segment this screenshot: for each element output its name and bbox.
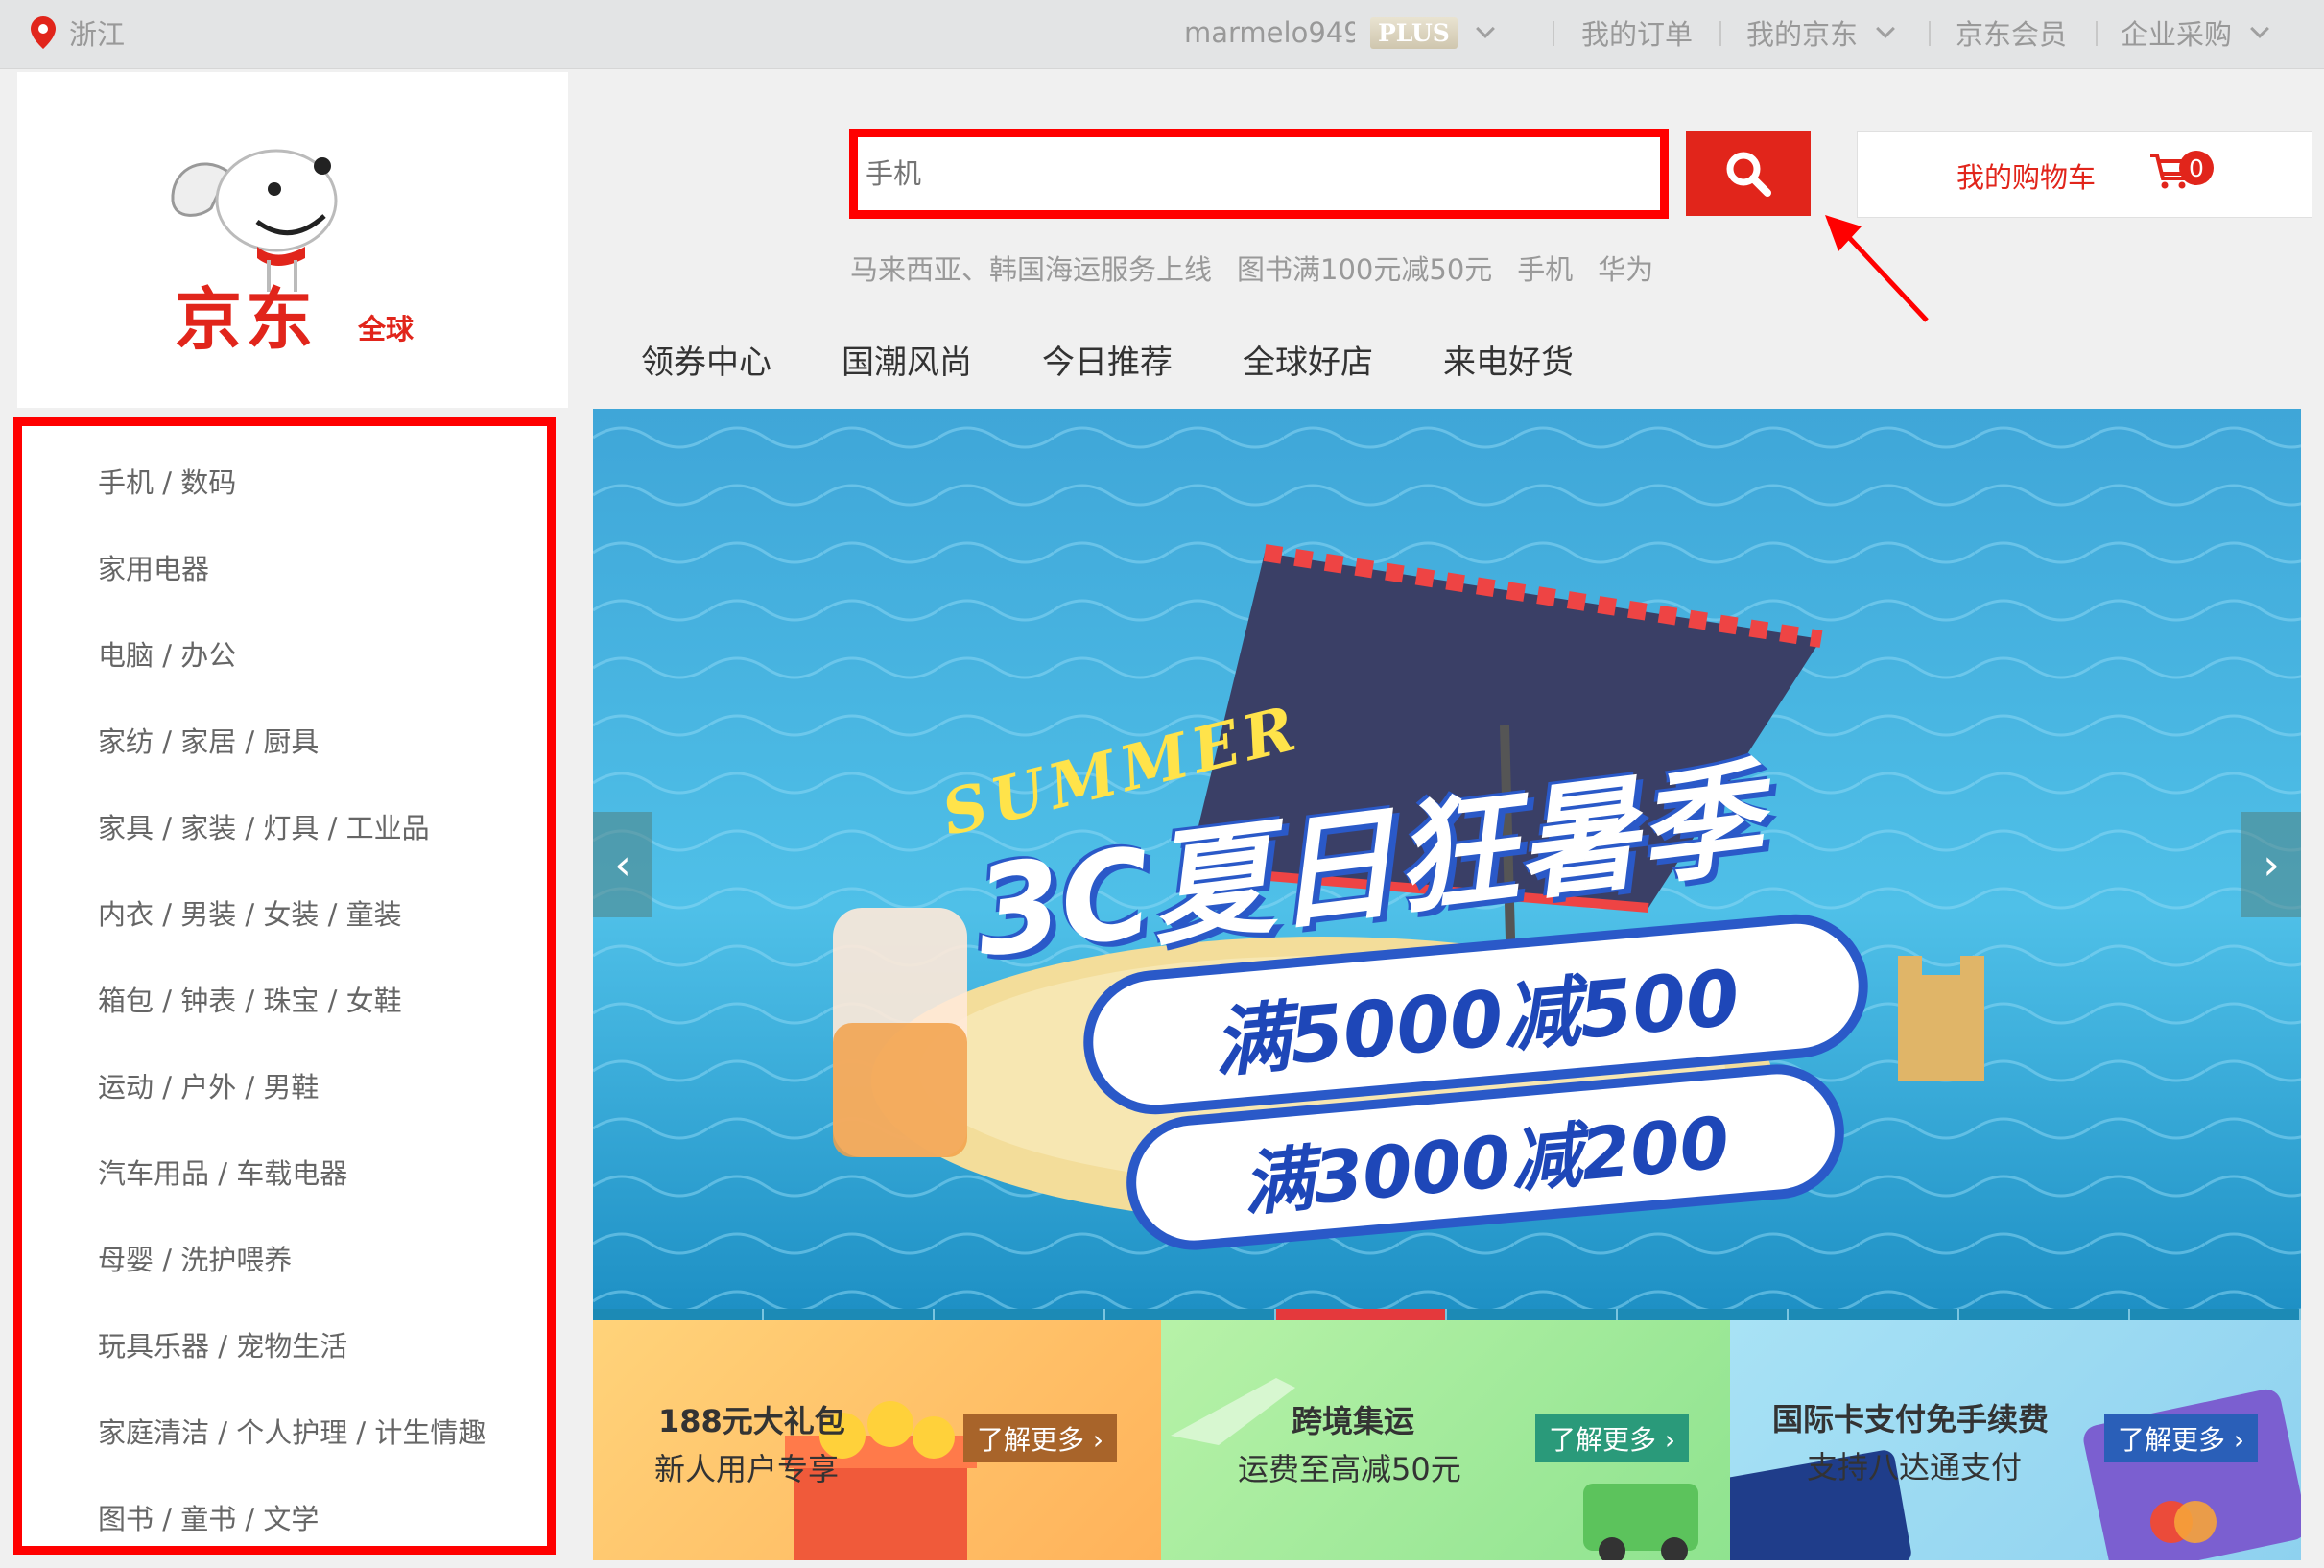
location-text: 浙江 — [69, 18, 126, 51]
my-jd-menu[interactable]: 我的京东 — [1746, 13, 1895, 52]
nav-item-guochao[interactable]: 国潮风尚 — [842, 336, 972, 383]
promo-card-payment[interactable]: 国际卡支付免手续费 支持八达通支付 了解更多 › — [1730, 1320, 2301, 1560]
top-bar: 浙江 marmelo9493 PLUS 我的订单 我的京东 京东会员 企业采购 — [0, 0, 2324, 69]
category-item[interactable]: 运动 / 户外 / 男鞋 — [98, 1065, 319, 1105]
slide-indicator[interactable] — [593, 1309, 764, 1320]
cart-button[interactable]: 我的购物车 0 — [1857, 131, 2312, 218]
nav-item-electronics[interactable]: 来电好货 — [1443, 336, 1574, 383]
category-item[interactable]: 内衣 / 男装 / 女装 / 童装 — [98, 892, 402, 933]
promo-card-gift[interactable]: 188元大礼包 新人用户专享 了解更多 › — [593, 1320, 1161, 1560]
chevron-right-icon: › — [2263, 840, 2280, 890]
link-label: 企业采购 — [2121, 18, 2233, 51]
slide-indicator-active[interactable] — [1276, 1309, 1447, 1320]
promo-banner[interactable]: SUMMER 3C夏日狂暑季 满5000减500 满3000减200 — [593, 409, 2301, 1319]
slide-indicator[interactable] — [1789, 1309, 1959, 1320]
nav-item-global-shops[interactable]: 全球好店 — [1243, 336, 1373, 383]
category-item[interactable]: 箱包 / 钟表 / 珠宝 / 女鞋 — [98, 979, 402, 1019]
slide-indicator[interactable] — [1959, 1309, 2130, 1320]
promo-card-shipping[interactable]: 跨境集运 运费至高减50元 了解更多 › — [1161, 1320, 1730, 1560]
promo-title: 国际卡支付免手续费 — [1772, 1401, 2050, 1437]
username: marmelo9493 — [1184, 16, 1355, 49]
slide-indicator[interactable] — [1618, 1309, 1789, 1320]
category-item[interactable]: 家用电器 — [98, 547, 209, 587]
link-label: 我的订单 — [1581, 18, 1694, 51]
my-orders-link[interactable]: 我的订单 — [1581, 13, 1693, 52]
category-item[interactable]: 手机 / 数码 — [98, 461, 236, 501]
slide-indicator[interactable] — [2130, 1309, 2301, 1320]
main-nav: 领券中心 国潮风尚 今日推荐 全球好店 来电好货 — [641, 336, 1644, 383]
search-button[interactable] — [1686, 131, 1811, 216]
divider — [2096, 21, 2098, 46]
chevron-left-icon: ‹ — [614, 840, 631, 890]
slide-indicator[interactable] — [1105, 1309, 1276, 1320]
search-box — [849, 129, 1669, 219]
category-item[interactable]: 电脑 / 办公 — [98, 633, 236, 674]
promo-subtitle: 运费至高减50元 — [1238, 1451, 1461, 1487]
hot-word-link[interactable]: 华为 — [1598, 248, 1653, 288]
learn-more-button[interactable]: 了解更多 › — [963, 1414, 1118, 1462]
banner-slide-indicators — [593, 1309, 2301, 1320]
learn-more-button[interactable]: 了解更多 › — [2104, 1414, 2259, 1462]
category-item[interactable]: 家庭清洁 / 个人护理 / 计生情趣 — [98, 1411, 486, 1451]
chevron-down-icon — [1475, 19, 1495, 38]
offer-1-text: 满5000减500 — [1209, 953, 1743, 1088]
divider — [1929, 21, 1931, 46]
slide-indicator[interactable] — [935, 1309, 1105, 1320]
user-menu[interactable]: marmelo9493 PLUS — [1184, 13, 1495, 52]
pointer-arrow-annotation — [1825, 215, 1929, 322]
category-item[interactable]: 家纺 / 家居 / 厨具 — [98, 720, 319, 760]
brand-text: 京东 — [175, 280, 317, 359]
learn-more-button[interactable]: 了解更多 › — [1535, 1414, 1690, 1462]
cart-count-badge: 0 — [2179, 151, 2214, 185]
link-label: 京东会员 — [1956, 18, 2068, 51]
nav-item-today[interactable]: 今日推荐 — [1042, 336, 1173, 383]
banner-prev-button[interactable]: ‹ — [593, 812, 652, 917]
category-item[interactable]: 汽车用品 / 车载电器 — [98, 1152, 347, 1192]
slide-indicator[interactable] — [764, 1309, 935, 1320]
hot-search-words: 马来西亚、韩国海运服务上线 图书满100元减50元 手机 华为 — [850, 248, 1678, 288]
search-icon — [1726, 152, 1771, 197]
hot-word-link[interactable]: 图书满100元减50元 — [1237, 248, 1492, 288]
promo-subtitle: 支持八达通支付 — [1807, 1449, 2023, 1485]
hot-word-link[interactable]: 马来西亚、韩国海运服务上线 — [850, 248, 1212, 288]
chevron-down-icon — [2250, 19, 2269, 38]
category-item[interactable]: 家具 / 家装 / 灯具 / 工业品 — [98, 806, 430, 846]
logo-box[interactable]: 京东 全球 — [17, 72, 568, 408]
enterprise-purchase-menu[interactable]: 企业采购 — [2121, 13, 2269, 52]
banner-next-button[interactable]: › — [2241, 812, 2301, 917]
nav-item-coupons[interactable]: 领券中心 — [641, 336, 771, 383]
category-item[interactable]: 玩具乐器 / 宠物生活 — [98, 1324, 347, 1365]
slide-indicator[interactable] — [1447, 1309, 1618, 1320]
promo-title: 跨境集运 — [1292, 1403, 1415, 1439]
chevron-down-icon — [1876, 19, 1895, 38]
promo-subtitle: 新人用户专享 — [654, 1451, 840, 1487]
search-input[interactable] — [858, 137, 1660, 210]
divider — [1553, 21, 1554, 46]
plus-badge: PLUS — [1370, 16, 1458, 49]
jd-member-link[interactable]: 京东会员 — [1956, 13, 2067, 52]
link-label: 我的京东 — [1746, 18, 1859, 51]
cart-label: 我的购物车 — [1956, 161, 2097, 194]
hot-word-link[interactable]: 手机 — [1517, 248, 1573, 288]
location-pin-icon — [31, 16, 56, 49]
brand-sub-text: 全球 — [358, 313, 415, 345]
promo-title: 188元大礼包 — [658, 1403, 845, 1439]
category-item[interactable]: 母婴 / 洗护喂养 — [98, 1238, 292, 1278]
divider — [1719, 21, 1721, 46]
offer-2-text: 满3000减200 — [1239, 1101, 1733, 1226]
category-item[interactable]: 图书 / 童书 / 文学 — [98, 1497, 319, 1537]
location-selector[interactable]: 浙江 — [31, 13, 125, 52]
category-menu: 手机 / 数码 家用电器 电脑 / 办公 家纺 / 家居 / 厨具 家具 / 家… — [13, 417, 556, 1555]
